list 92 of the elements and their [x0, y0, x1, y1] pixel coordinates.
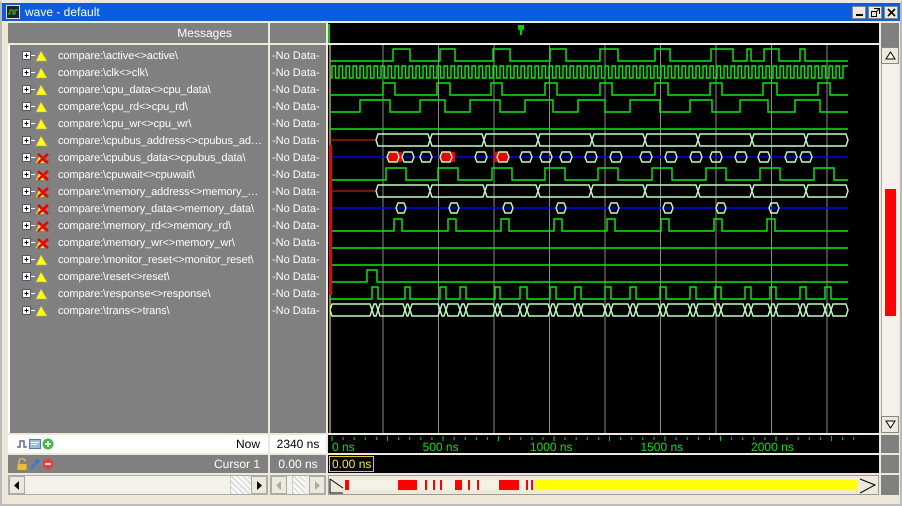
corner-background: [881, 475, 899, 495]
cursor-label: Cursor 1: [214, 457, 260, 471]
overview-bar-drawing[interactable]: [328, 475, 879, 495]
cursor-marker-icon[interactable]: [328, 24, 330, 43]
signal-name[interactable]: compare:\memory_address<>memory_…: [58, 186, 258, 198]
restore-button[interactable]: [868, 6, 882, 18]
signal-name[interactable]: compare:\memory_rd<>memory_rd\: [58, 220, 232, 232]
wave-app-icon: [6, 5, 20, 19]
vertical-scrollbar[interactable]: [881, 23, 899, 433]
window-icon[interactable]: [29, 438, 41, 450]
signal-value: -No Data-: [271, 220, 320, 232]
close-icon: [886, 8, 896, 16]
expand-icon[interactable]: [22, 118, 35, 129]
close-button[interactable]: [884, 6, 898, 18]
now-label: Now: [236, 437, 260, 451]
corner-background: [881, 455, 899, 473]
signal-value: -No Data-: [271, 152, 320, 164]
horizontal-scrollbar[interactable]: [270, 475, 326, 495]
signal-name[interactable]: compare:\response<>response\: [58, 288, 211, 300]
expand-icon[interactable]: [22, 203, 35, 214]
right-arrow-icon: [256, 480, 262, 490]
expand-icon[interactable]: [22, 152, 35, 163]
signal-name[interactable]: compare:\memory_data<>memory_data\: [58, 202, 254, 214]
cursor-value: 0.00 ns: [270, 455, 326, 473]
time-label: 1500 ns: [640, 440, 684, 453]
signal-value: -No Data-: [271, 118, 320, 130]
signal-value: -No Data-: [271, 100, 320, 112]
signal-value: -No Data-: [271, 134, 320, 146]
scroll-left-button[interactable]: [9, 476, 25, 494]
expand-icon[interactable]: [22, 50, 35, 61]
cursor-time-box[interactable]: 0.00 ns: [329, 456, 374, 472]
expand-icon[interactable]: [22, 101, 35, 112]
scroll-down-button[interactable]: [881, 416, 899, 433]
signal-name[interactable]: compare:\cpu_data<>cpu_data\: [58, 84, 211, 96]
expand-icon[interactable]: [22, 84, 35, 95]
signal-value: -No Data-: [271, 288, 320, 300]
right-arrow-icon: [314, 480, 320, 490]
signal-value: -No Data-: [271, 66, 320, 78]
signal-value: -No Data-: [271, 304, 320, 316]
signal-value: -No Data-: [271, 186, 320, 198]
expand-icon[interactable]: [22, 254, 35, 265]
expand-icon[interactable]: [22, 220, 35, 231]
expand-icon[interactable]: [22, 271, 35, 282]
scroll-right-button[interactable]: [251, 476, 267, 494]
horizontal-scrollbar[interactable]: [8, 475, 268, 495]
signal-value: -No Data-: [271, 84, 320, 96]
window-title: wave - default: [25, 5, 101, 19]
scroll-thumb[interactable]: [292, 476, 305, 494]
signal-name[interactable]: compare:\cpubus_address<>cpubus_ad…: [58, 134, 262, 146]
now-value: 2340 ns: [270, 435, 326, 453]
time-label: 1000 ns: [530, 440, 573, 453]
expand-icon[interactable]: [22, 135, 35, 146]
signal-name[interactable]: compare:\cpu_rd<>cpu_rd\: [58, 100, 188, 112]
expand-icon[interactable]: [22, 305, 35, 316]
signal-name[interactable]: compare:\cpuwait<>cpuwait\: [58, 168, 195, 180]
up-arrow-icon: [884, 51, 896, 60]
expand-icon[interactable]: [22, 237, 35, 248]
signal-value: -No Data-: [271, 236, 320, 248]
expand-icon[interactable]: [22, 169, 35, 180]
minimize-icon: [856, 14, 862, 16]
signal-value: -No Data-: [271, 168, 320, 180]
time-label: 0 ns: [332, 440, 355, 453]
column-header: [270, 23, 326, 43]
signal-name[interactable]: compare:\cpubus_data<>cpubus_data\: [58, 152, 246, 164]
signal-value: -No Data-: [271, 270, 320, 282]
time-label: 500 ns: [422, 440, 459, 453]
signal-value: -No Data-: [271, 50, 320, 62]
expand-icon[interactable]: [22, 288, 35, 299]
remove-icon[interactable]: [42, 458, 54, 470]
down-arrow-icon: [884, 420, 896, 429]
signal-name[interactable]: compare:\reset<>reset\: [58, 270, 170, 282]
corner-background: [881, 435, 899, 453]
expand-icon[interactable]: [22, 67, 35, 78]
left-arrow-icon: [14, 480, 20, 490]
signal-value: -No Data-: [271, 202, 320, 214]
restore-icon: [870, 8, 880, 16]
scroll-up-button[interactable]: [881, 47, 899, 64]
left-arrow-icon: [276, 480, 282, 490]
scroll-thumb[interactable]: [230, 476, 251, 494]
wave-icon[interactable]: [16, 438, 28, 450]
time-label: 2000 ns: [751, 440, 794, 453]
signal-name[interactable]: compare:\trans<>trans\: [58, 304, 170, 316]
signal-name[interactable]: compare:\clk<>clk\: [58, 66, 148, 78]
signal-name[interactable]: compare:\cpu_wr<>cpu_wr\: [58, 118, 192, 130]
minimize-button[interactable]: [852, 6, 866, 18]
expand-icon[interactable]: [22, 186, 35, 197]
signal-name[interactable]: compare:\memory_wr<>memory_wr\: [58, 236, 235, 248]
signal-value: -No Data-: [271, 254, 320, 266]
messages-label: Messages: [177, 26, 232, 40]
signal-name[interactable]: compare:\monitor_reset<>monitor_reset\: [58, 254, 254, 266]
signal-name[interactable]: compare:\active<>active\: [58, 50, 178, 62]
cursor-marker-icon[interactable]: [518, 25, 524, 35]
